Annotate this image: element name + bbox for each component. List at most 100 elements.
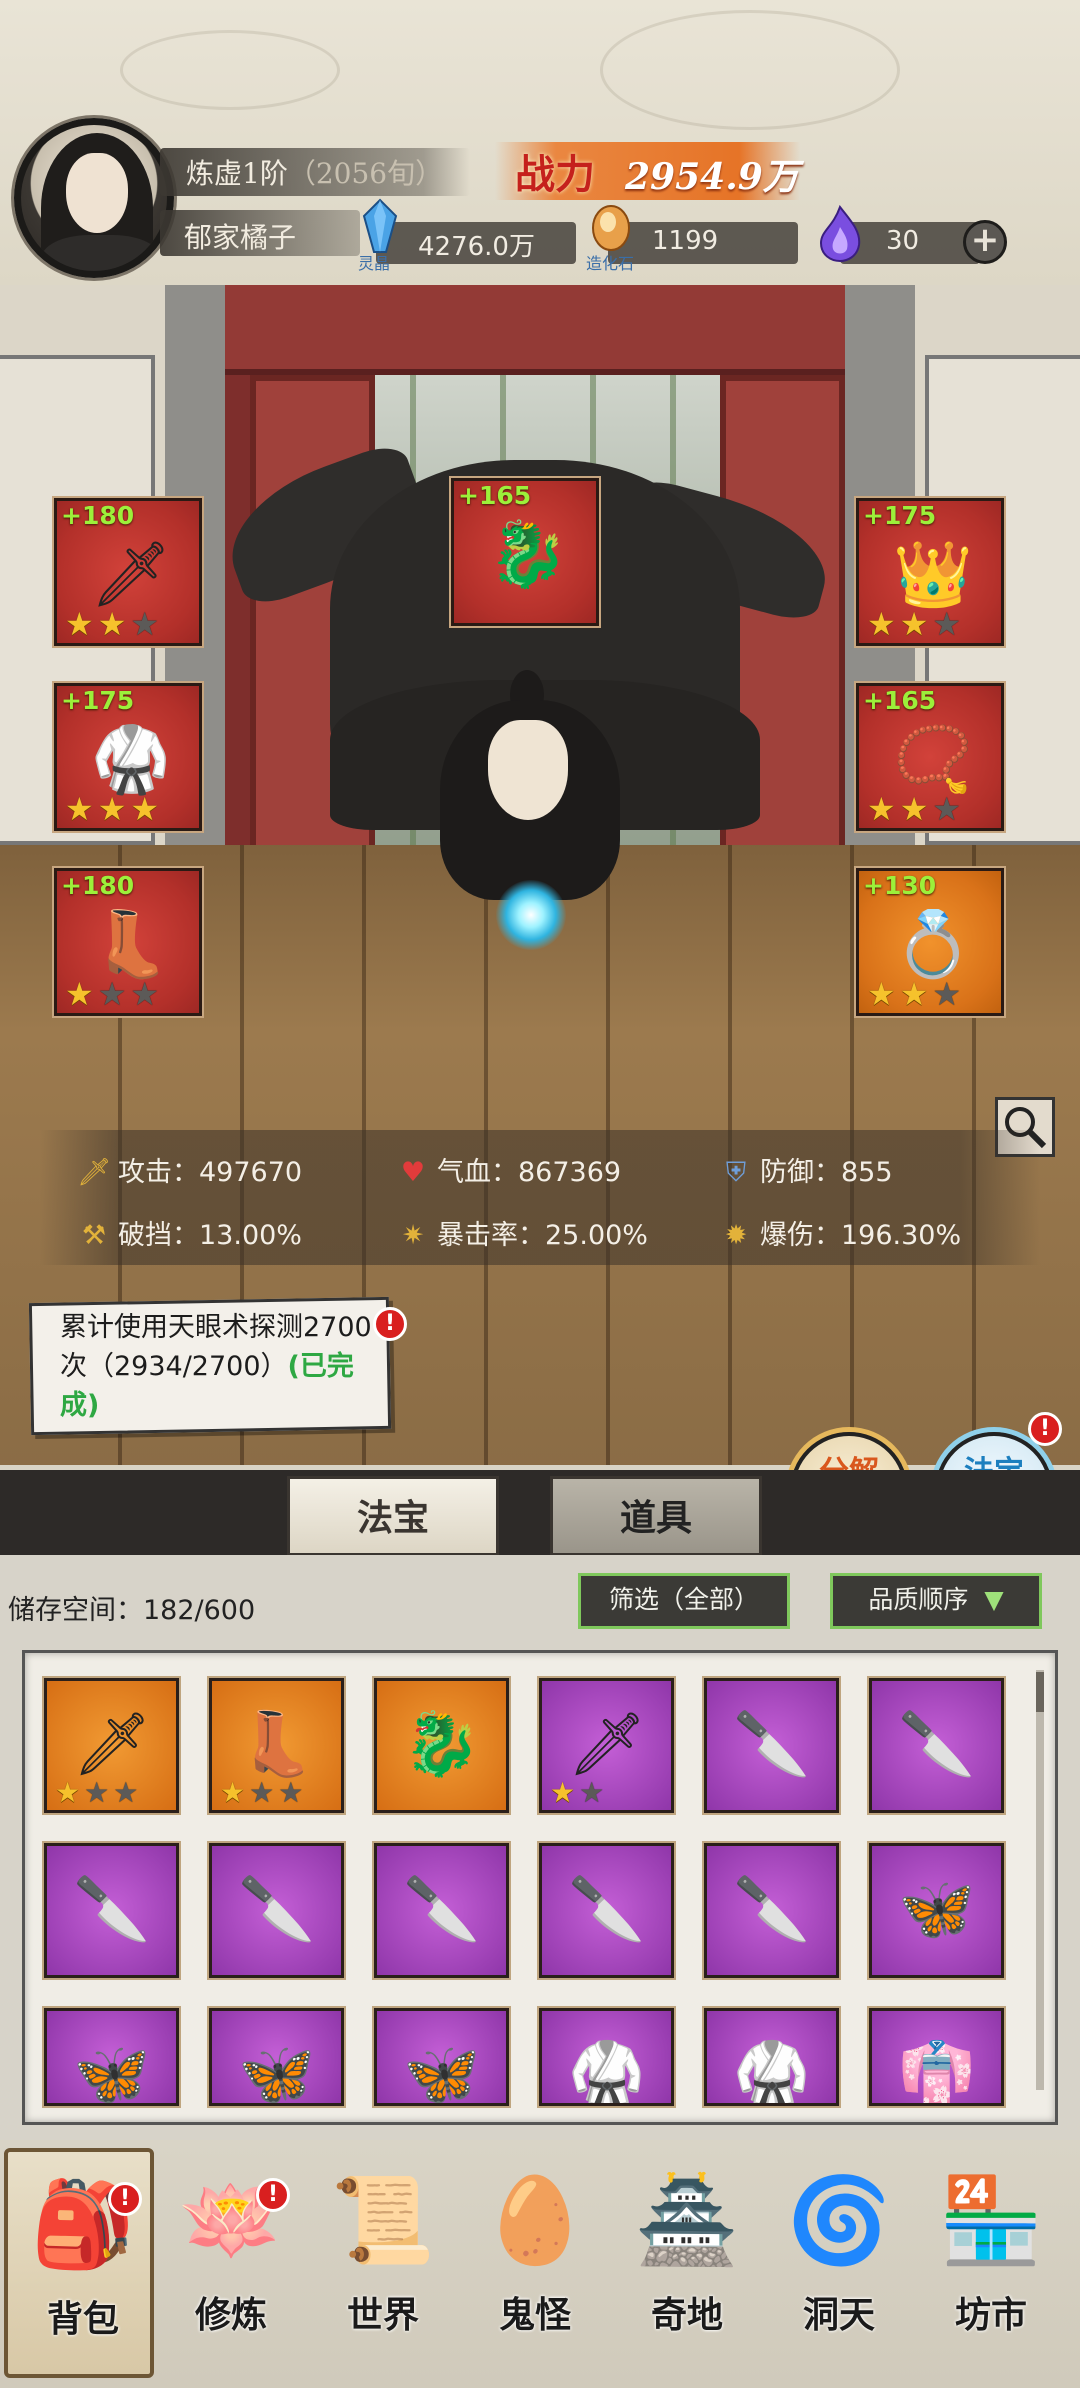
inventory-item[interactable]: 🦋 bbox=[869, 1843, 1004, 1978]
blue-crystal-icon bbox=[362, 198, 398, 253]
inventory-item[interactable]: 🥋 bbox=[704, 2008, 839, 2106]
star-filled-icon: ★ bbox=[899, 605, 929, 643]
spirit-crystal-label: 灵晶 bbox=[358, 254, 391, 273]
crit-burst-icon: ✷ bbox=[401, 1220, 425, 1251]
tab-treasures[interactable]: 法宝 bbox=[287, 1476, 499, 1556]
nav-item-floating-island[interactable]: 🏯 奇地 bbox=[612, 2148, 762, 2378]
golden-armor-icon: 🦋 bbox=[898, 1872, 976, 1945]
inventory-item[interactable]: 🔪 bbox=[209, 1843, 344, 1978]
inventory-item[interactable]: 🔪 bbox=[704, 1843, 839, 1978]
star-rating: ★ ★ ★ bbox=[65, 792, 159, 826]
equip-slot-headgear[interactable]: 👑 +175 ★ ★ ★ bbox=[856, 498, 1004, 646]
filter-button[interactable]: 筛选（全部） bbox=[578, 1573, 790, 1629]
creation-stone-label: 造化石 bbox=[586, 254, 635, 273]
inventory-item[interactable]: 👘 bbox=[869, 2008, 1004, 2106]
dark-dagger-icon: 🔪 bbox=[898, 1707, 976, 1780]
nav-label: 洞天 bbox=[802, 2294, 875, 2336]
stat-defense-value: 防御：855 bbox=[760, 1157, 893, 1188]
star-filled-icon: ★ bbox=[65, 605, 94, 643]
equip-slot-pendant[interactable]: 📿 +165 ★ ★ ★ bbox=[856, 683, 1004, 831]
stat-pierce: ⚒ 破挡：13.00% bbox=[76, 1213, 302, 1252]
equip-slot-boots[interactable]: 👢 +180 ★ ★ ★ bbox=[54, 868, 202, 1016]
inventory-item[interactable]: 🔪 bbox=[539, 1843, 674, 1978]
inventory-item[interactable]: 👢 ★ ★ ★ bbox=[209, 1678, 344, 1813]
star-filled-icon: ★ bbox=[550, 1776, 576, 1809]
inventory-scrollbar[interactable] bbox=[1036, 1670, 1044, 2090]
nav-label: 背包 bbox=[46, 2298, 119, 2340]
player-name: 郁家橘子 bbox=[184, 221, 297, 254]
chevron-down-icon: ▼ bbox=[984, 1585, 1004, 1614]
nav-item-portal-gate[interactable]: 🌀 洞天 bbox=[764, 2148, 914, 2378]
inventory-item[interactable]: 🦋 bbox=[44, 2008, 179, 2106]
inventory-item[interactable]: 🦋 bbox=[374, 2008, 509, 2106]
nav-item-scroll-map[interactable]: 📜 世界 bbox=[308, 2148, 458, 2378]
star-empty-icon: ★ bbox=[932, 605, 962, 643]
blue-robe-icon: 👘 bbox=[898, 2037, 976, 2106]
star-rating: ★ ★ ★ bbox=[867, 792, 961, 826]
sort-dropdown[interactable]: 品质顺序 ▼ bbox=[830, 1573, 1042, 1629]
stat-hp-value: 气血：867369 bbox=[437, 1157, 622, 1188]
avatar-face bbox=[66, 153, 128, 233]
star-rating: ★ ★ ★ bbox=[220, 1778, 303, 1808]
inventory-item[interactable]: 🦋 bbox=[209, 2008, 344, 2106]
shield-icon: ⛨ bbox=[725, 1157, 747, 1188]
tab-items[interactable]: 道具 bbox=[550, 1476, 762, 1556]
inventory-item[interactable]: 🔪 bbox=[44, 1843, 179, 1978]
stat-crit-rate-value: 暴击率：25.00% bbox=[437, 1220, 648, 1251]
golden-armor-icon: 🦋 bbox=[73, 2037, 151, 2106]
nav-item-demon-egg[interactable]: 🥚 鬼怪 bbox=[460, 2148, 610, 2378]
star-filled-icon: ★ bbox=[97, 790, 127, 828]
creation-stone-value: 1199 bbox=[652, 226, 719, 256]
enhance-bonus: +180 bbox=[61, 501, 135, 530]
nav-item-bag[interactable]: 🎒 背包! bbox=[4, 2148, 154, 2378]
stat-hp: ♥ 气血：867369 bbox=[395, 1150, 621, 1189]
star-rating: ★ ★ ★ bbox=[65, 977, 159, 1011]
star-empty-icon: ★ bbox=[579, 1776, 605, 1809]
equip-slot-talisman[interactable]: 🐉 +165 bbox=[451, 478, 599, 626]
dark-dagger-icon: 🔪 bbox=[733, 1707, 811, 1780]
add-resource-button[interactable]: + bbox=[963, 220, 1007, 264]
equip-slot-ring[interactable]: 💍 +130 ★ ★ ★ bbox=[856, 868, 1004, 1016]
star-rating: ★ ★ ★ bbox=[65, 607, 159, 641]
inventory-item[interactable]: 🔪 bbox=[704, 1678, 839, 1813]
star-filled-icon: ★ bbox=[867, 790, 896, 828]
star-empty-icon: ★ bbox=[113, 1776, 139, 1809]
nav-item-market-stall[interactable]: 🏪 坊市 bbox=[916, 2148, 1066, 2378]
enhance-bonus: +180 bbox=[61, 871, 135, 900]
stat-crit-rate: ✷ 暴击率：25.00% bbox=[395, 1213, 648, 1252]
player-avatar[interactable] bbox=[14, 118, 174, 278]
inventory-item[interactable]: 🐉 bbox=[374, 1678, 509, 1813]
inventory-item[interactable]: 🔪 bbox=[869, 1678, 1004, 1813]
stat-crit-damage: ✹ 爆伤：196.30% bbox=[718, 1213, 961, 1252]
creation-stone-icon bbox=[592, 205, 630, 251]
dark-dagger-icon: 🔪 bbox=[403, 1872, 481, 1945]
inventory-item[interactable]: 🗡 ★ ★ bbox=[539, 1678, 674, 1813]
inventory-item[interactable]: 🗡 ★ ★ ★ bbox=[44, 1678, 179, 1813]
stat-attack: 🗡 攻击：497670 bbox=[76, 1150, 302, 1189]
quest-text[interactable]: 累计使用天眼术探测2700次（2934/2700）(已完成) bbox=[60, 1308, 390, 1425]
equip-slot-robe[interactable]: 🥋 +175 ★ ★ ★ bbox=[54, 683, 202, 831]
star-empty-icon: ★ bbox=[249, 1776, 275, 1809]
spirit-orb bbox=[496, 880, 566, 950]
nav-label: 鬼怪 bbox=[498, 2294, 571, 2336]
broken-shield-icon: ⚒ bbox=[81, 1220, 107, 1251]
star-empty-icon: ★ bbox=[932, 790, 962, 828]
stat-attack-value: 攻击：497670 bbox=[118, 1157, 303, 1188]
dark-dagger-icon: 🔪 bbox=[733, 1872, 811, 1945]
dark-dagger-icon: 🔪 bbox=[238, 1872, 316, 1945]
cloud-decoration bbox=[120, 30, 340, 110]
equip-slot-weapon[interactable]: 🗡 +180 ★ ★ ★ bbox=[54, 498, 202, 646]
inventory-item[interactable]: 🥋 bbox=[539, 2008, 674, 2106]
inventory-item[interactable]: 🔪 bbox=[374, 1843, 509, 1978]
dark-dagger-icon: 🔪 bbox=[568, 1872, 646, 1945]
nav-label: 奇地 bbox=[650, 2294, 723, 2336]
nav-item-lotus[interactable]: 🪷 修炼! bbox=[156, 2148, 306, 2378]
enhance-bonus: +165 bbox=[863, 686, 937, 715]
realm-days: （2056旬） bbox=[287, 157, 444, 190]
floating-island-icon: 🏯 bbox=[634, 2171, 740, 2269]
quest-alert-badge: ! bbox=[373, 1307, 407, 1341]
inventory-scroll-thumb[interactable] bbox=[1036, 1672, 1044, 1712]
star-filled-icon: ★ bbox=[220, 1776, 246, 1809]
star-filled-icon: ★ bbox=[65, 790, 94, 828]
demon-egg-icon: 🥚 bbox=[482, 2171, 588, 2269]
